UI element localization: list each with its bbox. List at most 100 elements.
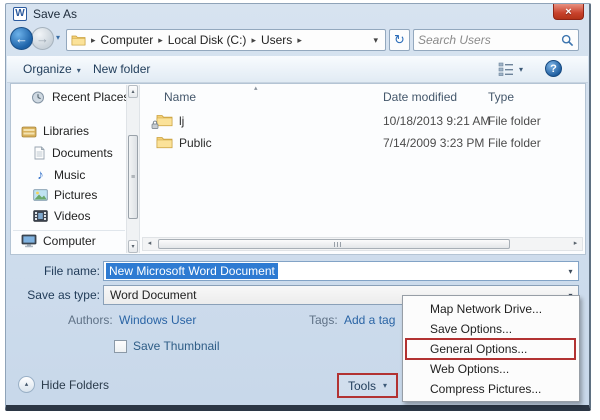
sidebar-item-computer[interactable]: Computer	[21, 234, 96, 248]
sidebar-divider	[13, 230, 125, 231]
scroll-down-icon[interactable]: ▾	[128, 240, 138, 253]
computer-icon	[21, 234, 37, 248]
table-row[interactable]: Public 7/14/2009 3:23 PM File folder	[143, 133, 575, 154]
help-button[interactable]: ?	[545, 60, 562, 77]
file-name-label: File name:	[43, 264, 100, 278]
sidebar-item-label: Documents	[52, 146, 113, 160]
new-folder-button[interactable]: New folder	[93, 62, 150, 76]
scrollbar-thumb[interactable]: ≡	[128, 135, 138, 219]
forward-arrow-icon: →	[36, 31, 49, 46]
sidebar-item-libraries[interactable]: Libraries	[21, 124, 89, 138]
authors-value[interactable]: Windows User	[119, 313, 196, 327]
breadcrumb-item-computer[interactable]: Computer	[101, 33, 154, 47]
scroll-grip	[334, 242, 343, 247]
chevron-down-icon[interactable]: ▾	[563, 267, 578, 276]
window-title: Save As	[33, 7, 78, 21]
sidebar-item-label: Pictures	[54, 188, 98, 202]
scroll-grip-icon: ≡	[130, 174, 136, 181]
file-date-modified: 7/14/2009 3:23 PM	[383, 136, 485, 150]
breadcrumb-item-local-disk[interactable]: Local Disk (C:)	[168, 33, 247, 47]
scroll-left-icon[interactable]: ◂	[144, 239, 155, 249]
crumb-separator-icon[interactable]: ▸	[297, 35, 302, 46]
menu-item-web-options[interactable]: Web Options...	[403, 359, 579, 379]
column-header-type[interactable]: Type	[488, 90, 514, 104]
back-arrow-icon: ←	[15, 31, 28, 46]
sidebar-item-pictures[interactable]: Pictures	[33, 188, 97, 202]
authors-label: Authors:	[68, 313, 113, 327]
tools-menu: Map Network Drive... Save Options... Gen…	[402, 295, 580, 402]
file-name: lj	[179, 114, 185, 128]
chevron-up-icon: ▴	[24, 381, 29, 388]
menu-item-map-network-drive[interactable]: Map Network Drive...	[403, 299, 579, 319]
scrollbar-thumb[interactable]	[158, 239, 510, 249]
breadcrumb-item-users[interactable]: Users	[261, 33, 292, 47]
music-icon: ♪	[37, 167, 44, 182]
file-date-modified: 10/18/2013 9:21 AM	[383, 114, 491, 128]
hide-folders-button[interactable]: Hide Folders	[41, 378, 109, 392]
folder-icon	[71, 35, 86, 46]
crumb-separator-icon[interactable]: ▸	[251, 35, 256, 46]
sidebar-item-label: Libraries	[43, 124, 90, 138]
close-icon: ×	[565, 5, 572, 18]
table-row[interactable]: lj 10/18/2013 9:21 AM File folder	[143, 111, 575, 132]
crumb-separator-icon[interactable]: ▸	[158, 35, 163, 46]
organize-label: Organize	[23, 62, 72, 76]
organize-button[interactable]: Organize ▾	[23, 62, 81, 76]
sidebar-item-documents[interactable]: Documents	[33, 146, 113, 160]
refresh-icon: ↻	[394, 32, 405, 47]
title-bar[interactable]: W Save As ×	[6, 4, 589, 24]
tags-label: Tags:	[309, 313, 338, 327]
new-folder-label: New folder	[93, 62, 151, 76]
pictures-icon	[33, 189, 48, 201]
menu-item-save-options[interactable]: Save Options...	[403, 319, 579, 339]
recent-pages-dropdown-icon[interactable]: ▾	[56, 33, 60, 42]
file-name-value[interactable]: New Microsoft Word Document	[106, 263, 278, 279]
sidebar-item-videos[interactable]: Videos	[33, 209, 90, 223]
folder-icon	[156, 137, 173, 149]
sidebar-scrollbar[interactable]: ▴ ≡ ▾	[126, 85, 140, 253]
search-box[interactable]	[413, 29, 579, 51]
views-button[interactable]: ▾	[498, 62, 523, 76]
sidebar-item-label: Music	[54, 167, 86, 182]
tags-add-link[interactable]: Add a tag	[344, 313, 395, 327]
back-button[interactable]: ←	[10, 27, 33, 50]
views-dropdown-icon: ▾	[519, 64, 524, 74]
column-header-date-modified[interactable]: Date modified	[383, 90, 457, 104]
menu-item-compress-pictures[interactable]: Compress Pictures...	[403, 379, 579, 399]
file-name: Public	[179, 136, 212, 150]
sidebar-item-recent-places[interactable]: Recent Places	[31, 90, 129, 104]
tools-button[interactable]: Tools	[348, 379, 376, 393]
chevron-down-icon[interactable]: ▾	[383, 381, 387, 390]
hide-folders-arrow-icon[interactable]: ▴	[18, 376, 35, 393]
save-as-type-value: Word Document	[110, 288, 197, 302]
sidebar-item-label: Recent Places	[52, 90, 130, 104]
file-name-input[interactable]: New Microsoft Word Document ▾	[103, 261, 579, 281]
documents-icon	[34, 146, 45, 160]
refresh-button[interactable]: ↻	[389, 29, 410, 51]
file-list-horizontal-scrollbar[interactable]: ◂ ▸	[142, 237, 583, 251]
sort-ascending-icon[interactable]: ▴	[254, 84, 258, 92]
sidebar-item-music[interactable]: ♪ Music	[33, 167, 85, 182]
column-header-name[interactable]: Name	[164, 90, 196, 104]
word-app-icon: W	[13, 7, 27, 21]
browse-pane: Recent Places Libraries Documents ♪ Musi…	[10, 83, 586, 255]
breadcrumb[interactable]: ▸ Computer ▸ Local Disk (C:) ▸ Users ▸ ▾	[66, 29, 386, 51]
tools-button-annotation: Tools ▾	[337, 373, 398, 398]
save-thumbnail-checkbox[interactable]	[114, 340, 127, 353]
scroll-up-icon[interactable]: ▴	[128, 85, 138, 98]
lock-icon	[151, 120, 159, 129]
videos-icon	[33, 210, 48, 222]
menu-item-general-options[interactable]: General Options...	[403, 339, 579, 359]
search-icon	[561, 34, 574, 47]
address-history-dropdown-icon[interactable]: ▾	[370, 35, 381, 46]
close-button[interactable]: ×	[553, 4, 584, 20]
save-as-dialog: W Save As × ← → ▾ ▸ Computer ▸ Local Dis…	[5, 3, 591, 411]
save-thumbnail-label[interactable]: Save Thumbnail	[133, 339, 220, 353]
forward-button[interactable]: →	[31, 27, 54, 50]
organize-dropdown-icon: ▾	[76, 66, 81, 75]
command-bar: Organize ▾ New folder ▾ ?	[7, 56, 588, 83]
scroll-right-icon[interactable]: ▸	[570, 239, 581, 249]
help-icon: ?	[550, 63, 557, 75]
recent-places-icon	[32, 91, 44, 103]
search-input[interactable]	[418, 31, 556, 49]
